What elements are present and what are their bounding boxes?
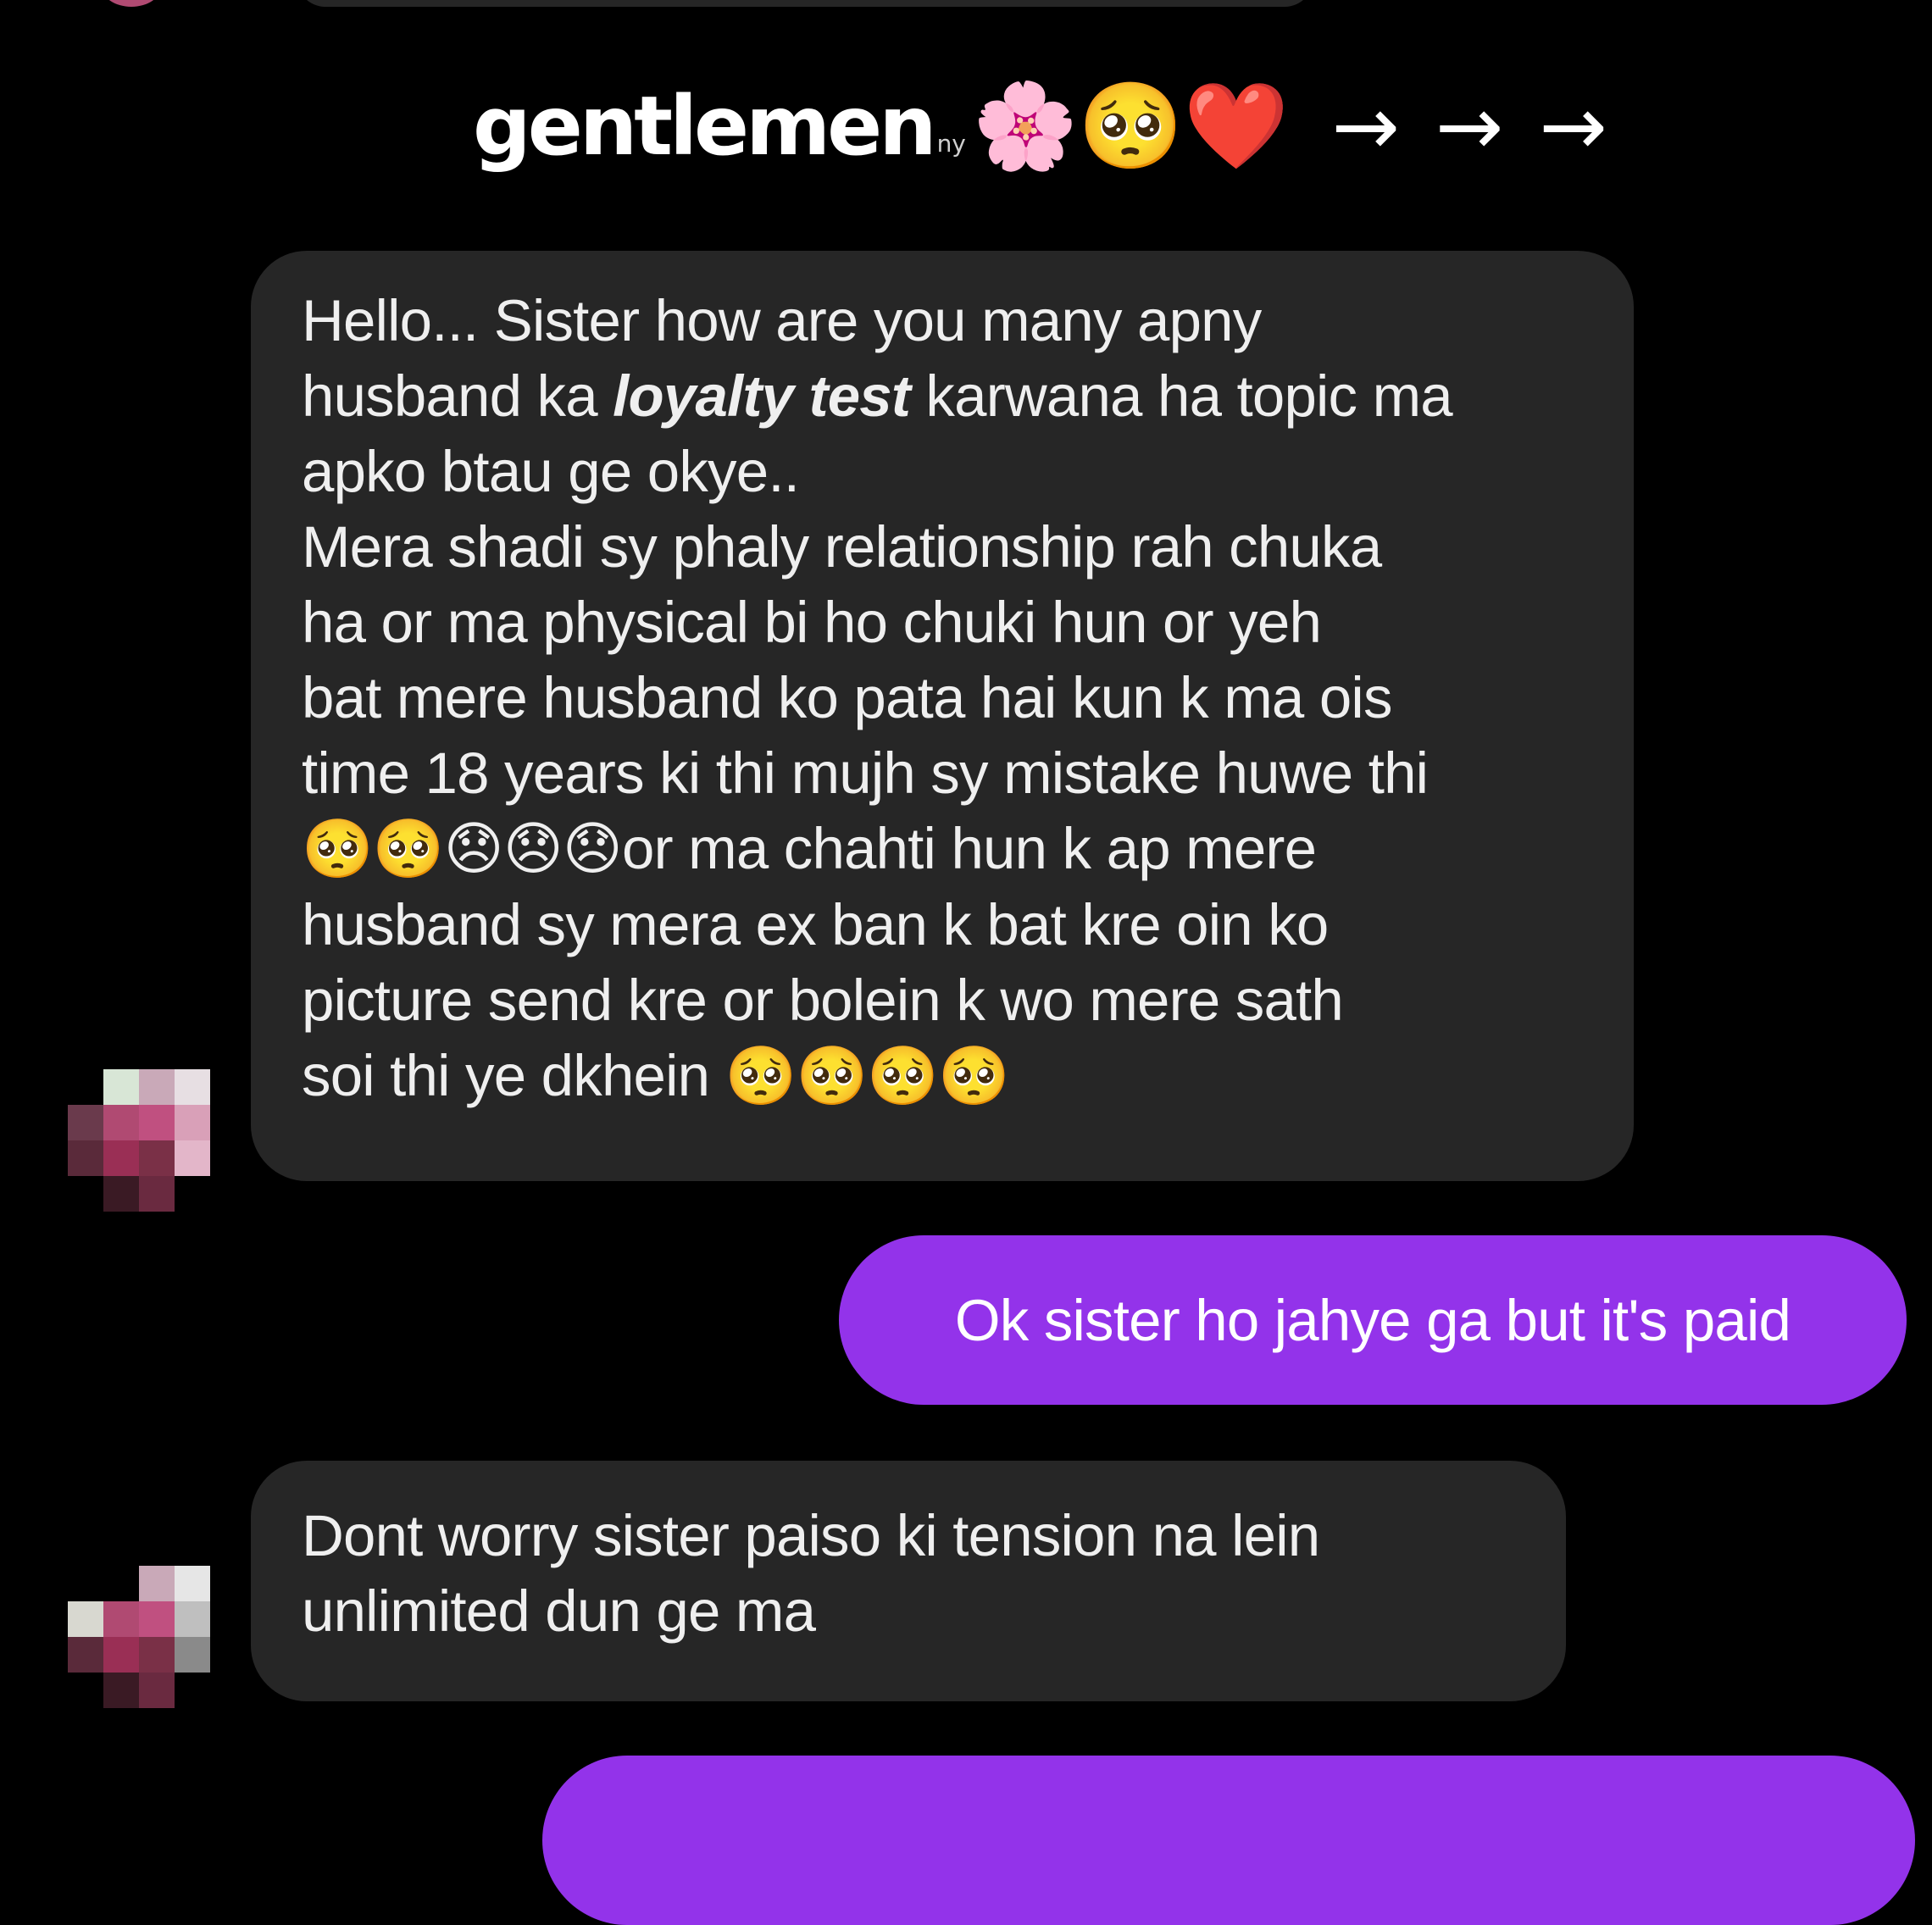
caption-arrows: →→→: [1331, 79, 1643, 174]
message-line: husband ka loyalty test karwana ha topic…: [302, 358, 1600, 434]
emphasized-text: loyalty test: [613, 363, 911, 429]
message-text: soi thi ye dkhein: [302, 1043, 725, 1108]
emoji-sequence: 🥺🥺😞😞😞: [302, 817, 623, 881]
message-text: or ma chahti hun k ap mere: [622, 816, 1317, 881]
message-text: karwana ha topic ma: [910, 363, 1452, 429]
message-line: soi thi ye dkhein 🥺🥺🥺🥺: [302, 1038, 1600, 1114]
previous-avatar: [102, 0, 161, 7]
message-line: ha or ma physical bi ho chuki hun or yeh: [302, 590, 1322, 655]
caption-text: gentlemen: [473, 79, 937, 174]
message-line: Dont worry sister paiso ki tension na le…: [302, 1503, 1320, 1568]
outgoing-message-bubble[interactable]: Ok sister ho jahye ga but it's paid: [839, 1235, 1907, 1405]
caption-emojis: 🌸🥺❤️: [972, 79, 1290, 174]
sender-avatar-pixelated[interactable]: [68, 1566, 210, 1708]
outgoing-message-bubble-partial[interactable]: [542, 1756, 1915, 1925]
message-line: Hello... Sister how are you many apny: [302, 288, 1262, 353]
message-text: husband ka: [302, 363, 613, 429]
message-text: Ok sister ho jahye ga but it's paid: [954, 1287, 1791, 1353]
message-line: bat mere husband ko pata hai kun k ma oi…: [302, 665, 1392, 730]
message-line: time 18 years ki thi mujh sy mistake huw…: [302, 741, 1429, 806]
message-line: apko btau ge okye..: [302, 439, 800, 504]
previous-message-bubble: [297, 0, 1313, 7]
message-line: picture send kre or bolein k wo mere sat…: [302, 968, 1344, 1033]
sender-avatar-pixelated[interactable]: [68, 1069, 210, 1212]
emoji-sequence: 🥺🥺🥺🥺: [724, 1044, 1010, 1108]
caption-faint-text: ny: [936, 130, 966, 158]
overlay-caption: gentlemen ny 🌸🥺❤️ →→→: [473, 71, 1643, 181]
incoming-message-bubble[interactable]: Hello... Sister how are you many apny hu…: [251, 251, 1634, 1181]
message-line: husband sy mera ex ban k bat kre oin ko: [302, 892, 1329, 957]
message-line: 🥺🥺😞😞😞or ma chahti hun k ap mere: [302, 811, 1600, 887]
message-line: Mera shadi sy phaly relationship rah chu…: [302, 514, 1382, 580]
message-line: unlimited dun ge ma: [302, 1578, 816, 1644]
incoming-message-bubble[interactable]: Dont worry sister paiso ki tension na le…: [251, 1461, 1566, 1701]
